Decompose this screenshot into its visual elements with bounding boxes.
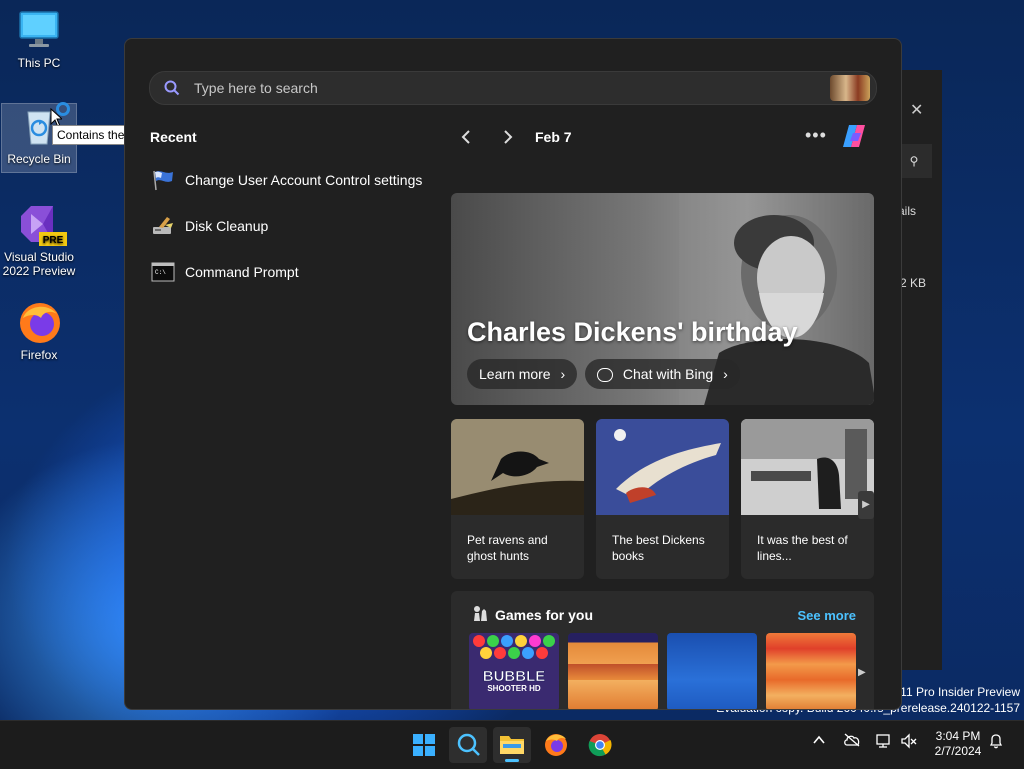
desktop-icon-label-line2: 2022 Preview bbox=[2, 264, 76, 278]
copilot-icon bbox=[843, 125, 865, 147]
copilot-button[interactable] bbox=[839, 123, 869, 149]
game-tile-2[interactable] bbox=[568, 633, 658, 709]
cloud-offline-icon bbox=[844, 733, 860, 747]
volume-button[interactable] bbox=[900, 733, 918, 752]
chevron-left-icon bbox=[461, 130, 470, 144]
desktop-icon-visual-studio[interactable]: PRE Visual Studio 2022 Preview bbox=[2, 202, 76, 286]
chevron-up-icon bbox=[813, 735, 825, 744]
search-panel: Recent Change User Account Control setti… bbox=[124, 38, 902, 710]
chrome-icon bbox=[588, 734, 612, 757]
desktop-icon-label: Recycle Bin bbox=[7, 152, 71, 166]
visual-studio-icon: PRE bbox=[17, 202, 67, 246]
dickens-study-image bbox=[741, 419, 874, 515]
uac-flag-icon bbox=[151, 169, 175, 191]
learn-more-label: Learn more bbox=[479, 366, 551, 382]
learn-more-button[interactable]: Learn more › bbox=[467, 359, 578, 389]
game-tile-3[interactable] bbox=[667, 633, 757, 709]
date-label: Feb 7 bbox=[535, 129, 572, 145]
network-button[interactable] bbox=[875, 733, 893, 752]
recent-item-label: Change User Account Control settings bbox=[185, 172, 423, 188]
monitor-icon bbox=[17, 8, 61, 52]
tooltip: Contains the bbox=[52, 125, 130, 145]
recent-item-label: Command Prompt bbox=[185, 264, 299, 280]
story-card-ravens[interactable]: Pet ravens and ghost hunts bbox=[451, 419, 584, 579]
see-more-link[interactable]: See more bbox=[797, 608, 856, 623]
search-box[interactable] bbox=[149, 71, 877, 105]
chevron-right-icon: › bbox=[723, 366, 728, 382]
desktop-icon-label: Firefox bbox=[20, 348, 58, 362]
onedrive-button[interactable] bbox=[843, 733, 861, 750]
story-card-text: The best Dickens books bbox=[612, 533, 705, 563]
raven-image bbox=[451, 419, 584, 515]
taskbar: 3:04 PM 2/7/2024 bbox=[0, 720, 1024, 769]
search-input[interactable] bbox=[192, 77, 796, 99]
start-button[interactable] bbox=[405, 727, 443, 763]
volume-muted-icon bbox=[901, 733, 917, 749]
game-tile-bubble-shooter[interactable]: BUBBLE SHOOTER HD bbox=[469, 633, 559, 709]
game-tile-subtitle: SHOOTER HD bbox=[487, 684, 541, 693]
chat-with-bing-button[interactable]: Chat with Bing › bbox=[585, 359, 740, 389]
hero-title: Charles Dickens' birthday bbox=[467, 317, 798, 347]
desktop-icon-this-pc[interactable]: This PC bbox=[2, 8, 76, 76]
chevron-right-icon: › bbox=[560, 366, 566, 382]
search-highlight-image[interactable] bbox=[830, 75, 870, 101]
active-indicator bbox=[505, 759, 519, 762]
next-cards-button[interactable]: ▶ bbox=[858, 491, 874, 519]
search-button[interactable] bbox=[449, 727, 487, 763]
recent-item-command-prompt[interactable]: C:\ Command Prompt bbox=[151, 257, 441, 287]
firefox-icon bbox=[545, 734, 567, 756]
pre-badge: PRE bbox=[43, 235, 64, 246]
command-prompt-icon: C:\ bbox=[151, 261, 175, 283]
notifications-button[interactable] bbox=[988, 733, 1004, 752]
file-explorer-button[interactable] bbox=[493, 727, 531, 763]
story-card-books[interactable]: The best Dickens books bbox=[596, 419, 729, 579]
desktop-icon-firefox[interactable]: Firefox bbox=[2, 300, 76, 368]
recent-item-uac[interactable]: Change User Account Control settings bbox=[151, 165, 441, 195]
system-clock[interactable]: 3:04 PM 2/7/2024 bbox=[930, 729, 986, 759]
bell-icon bbox=[989, 734, 1003, 749]
watermark-line-1: 11 Pro Insider Preview bbox=[900, 685, 1020, 699]
svg-text:C:\: C:\ bbox=[155, 269, 166, 276]
recent-heading: Recent bbox=[150, 129, 197, 145]
folder-icon bbox=[500, 736, 524, 754]
background-window: ✕ ⚲ ails 2 KB bbox=[895, 70, 942, 670]
search-icon bbox=[164, 80, 180, 96]
next-games-button[interactable]: ▶ bbox=[858, 667, 866, 678]
game-tile-4[interactable] bbox=[766, 633, 856, 709]
background-window-size: 2 KB bbox=[900, 276, 927, 290]
chat-bubble-icon bbox=[597, 368, 613, 383]
bubble-shooter-image: BUBBLE SHOOTER HD bbox=[469, 633, 559, 709]
chat-with-bing-label: Chat with Bing bbox=[622, 366, 714, 382]
desktop-icon-label-line1: Visual Studio bbox=[4, 250, 74, 264]
chess-piece-icon bbox=[474, 606, 487, 621]
recent-item-label: Disk Cleanup bbox=[185, 218, 269, 234]
network-icon bbox=[876, 734, 890, 748]
show-hidden-icons-button[interactable] bbox=[812, 733, 826, 750]
search-icon bbox=[457, 733, 480, 756]
close-icon[interactable]: ✕ bbox=[910, 100, 923, 120]
game-tile-title: BUBBLE bbox=[483, 668, 546, 685]
story-card-text: Pet ravens and ghost hunts bbox=[467, 533, 548, 563]
chrome-taskbar-button[interactable] bbox=[581, 727, 619, 763]
desktop-icon-label: This PC bbox=[17, 56, 61, 70]
disk-cleanup-icon bbox=[151, 215, 175, 237]
previous-day-button[interactable] bbox=[457, 127, 477, 147]
story-card-lines[interactable]: It was the best of lines... bbox=[741, 419, 874, 579]
windows-logo-icon bbox=[413, 734, 435, 756]
more-options-button[interactable]: ••• bbox=[805, 125, 827, 146]
chevron-right-icon bbox=[504, 130, 513, 144]
story-card-text: It was the best of lines... bbox=[757, 533, 848, 563]
games-title: Games for you bbox=[495, 607, 594, 623]
next-day-button[interactable] bbox=[497, 127, 517, 147]
firefox-icon bbox=[17, 300, 61, 344]
recent-item-disk-cleanup[interactable]: Disk Cleanup bbox=[151, 211, 441, 241]
clock-date: 2/7/2024 bbox=[934, 744, 982, 758]
dickens-books-image bbox=[596, 419, 729, 515]
clock-time: 3:04 PM bbox=[935, 729, 981, 743]
games-section: Games for you See more BUBBLE SHOOTER HD… bbox=[451, 591, 874, 709]
hero-card[interactable]: Charles Dickens' birthday Learn more › C… bbox=[451, 193, 874, 405]
firefox-taskbar-button[interactable] bbox=[537, 727, 575, 763]
